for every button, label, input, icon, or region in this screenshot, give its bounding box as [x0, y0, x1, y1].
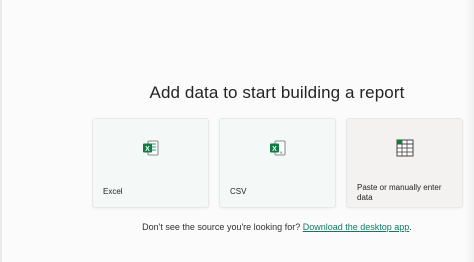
excel-icon: X — [142, 140, 158, 155]
svg-text:X: X — [145, 146, 150, 153]
paste-data-card[interactable]: Paste or manually enter data — [346, 118, 463, 208]
excel-icon-area: X — [93, 119, 208, 176]
footer-text: Don't see the source you're looking for?… — [0, 222, 474, 232]
page-title: Add data to start building a report — [149, 83, 405, 102]
svg-text:X: X — [272, 146, 277, 153]
footer-period: . — [409, 222, 412, 232]
excel-card-label: Excel — [103, 187, 123, 196]
excel-card[interactable]: X Excel — [92, 118, 209, 208]
csv-icon: a, X — [269, 140, 285, 155]
paste-data-card-label: Paste or manually enter data — [357, 183, 442, 202]
right-edge-shadow — [464, 0, 474, 262]
download-desktop-app-link[interactable]: Download the desktop app — [303, 222, 410, 232]
csv-card[interactable]: a, X CSV — [219, 118, 336, 208]
csv-card-label: CSV — [230, 187, 247, 196]
svg-text:a,: a, — [279, 149, 282, 154]
table-grid-icon — [396, 139, 413, 156]
footer-prompt: Don't see the source you're looking for? — [142, 222, 301, 232]
table-icon-area — [347, 119, 462, 176]
csv-icon-area: a, X — [220, 119, 335, 176]
